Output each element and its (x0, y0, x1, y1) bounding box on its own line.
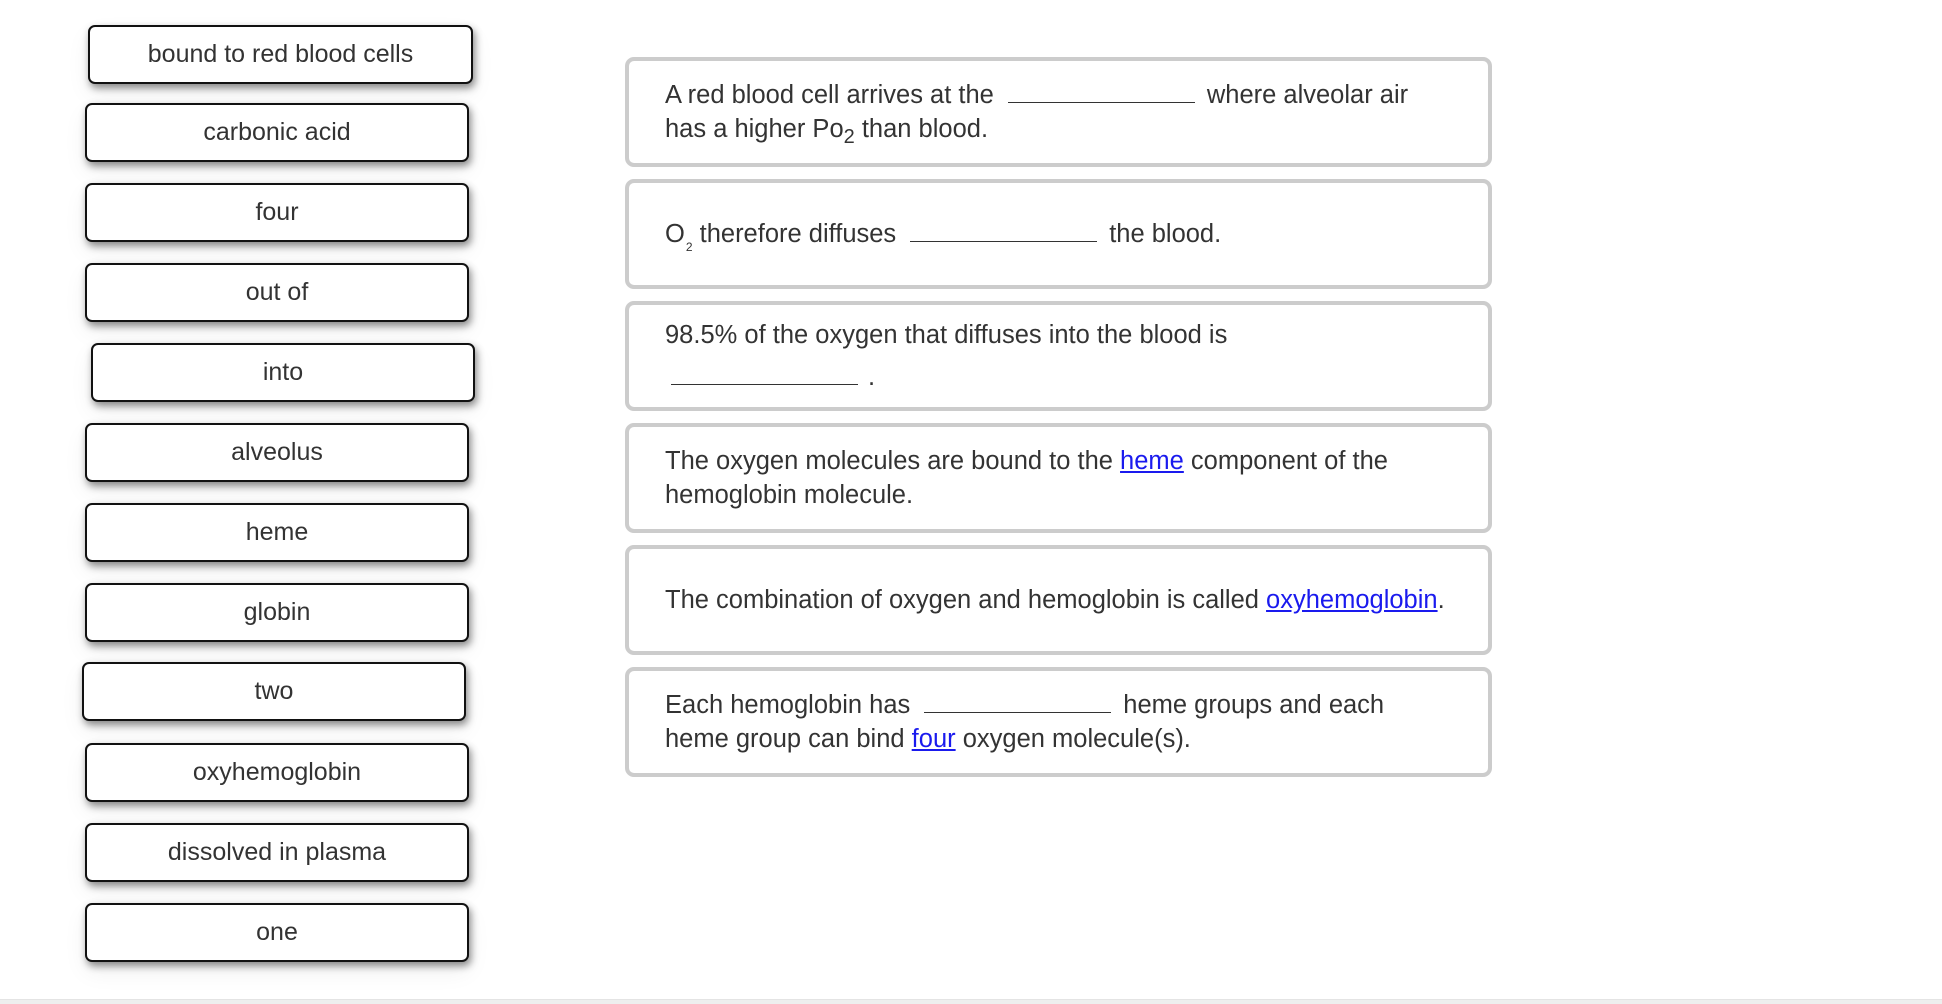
drop-target-blank[interactable] (1007, 80, 1195, 103)
word-tile-carbonic-acid[interactable]: carbonic acid (85, 103, 469, 162)
statement-5: The combination of oxygen and hemoglobin… (625, 545, 1492, 655)
filled-answer-link[interactable]: heme (1120, 447, 1184, 475)
statement-text: A red blood cell arrives at the where alv… (665, 78, 1452, 148)
word-tile-label: heme (245, 518, 309, 546)
statement-text-part: 98.5% of the oxygen that diffuses into t… (665, 321, 1228, 349)
word-tile-two[interactable]: two (82, 662, 466, 721)
drop-target-blank[interactable] (910, 219, 1098, 242)
statement-text-part: therefore diffuses (692, 220, 897, 248)
statement-text-part: the blood. (1109, 220, 1222, 248)
drop-target-blank[interactable] (924, 690, 1112, 713)
statement-4: The oxygen molecules are bound to the he… (625, 423, 1492, 533)
filled-answer-link[interactable]: oxyhemoglobin (1266, 586, 1438, 614)
filled-answer-link[interactable]: four (912, 725, 956, 753)
word-tile-dissolved-in-plasma[interactable]: dissolved in plasma (85, 823, 469, 882)
statement-text-part: The oxygen molecules are bound to the (665, 447, 1121, 475)
word-tile-label: out of (245, 278, 309, 306)
statement-1: A red blood cell arrives at the where alv… (625, 57, 1492, 167)
word-tile-label: four (255, 198, 299, 226)
word-tile-oxyhemoglobin[interactable]: oxyhemoglobin (85, 743, 469, 802)
statement-text: 98.5% of the oxygen that diffuses into t… (665, 316, 1452, 396)
statement-text-part: . (868, 363, 876, 391)
word-tile-alveolus[interactable]: alveolus (85, 423, 469, 482)
word-tile-label: carbonic acid (203, 118, 351, 146)
statement-text: Each hemoglobin has heme groups and each … (665, 688, 1452, 756)
word-tile-label: globin (243, 598, 311, 626)
word-tile-label: dissolved in plasma (167, 838, 387, 866)
word-tile-heme[interactable]: heme (85, 503, 469, 562)
drop-target-blank[interactable] (671, 362, 858, 385)
word-bank: bound to red blood cells carbonic acid f… (0, 0, 560, 1000)
bottom-divider (0, 999, 1942, 1004)
statement-text-part: . (1437, 586, 1445, 614)
statement-text: The combination of oxygen and hemoglobin… (665, 583, 1452, 617)
word-tile-label: oxyhemoglobin (192, 758, 362, 786)
word-tile-globin[interactable]: globin (85, 583, 469, 642)
statement-text-part: oxygen molecule(s). (955, 725, 1191, 753)
statement-text-part: A red blood cell arrives at the (665, 81, 994, 109)
word-tile-label: bound to red blood cells (147, 40, 414, 68)
word-tile-out-of[interactable]: out of (85, 263, 469, 322)
word-tile-label: one (256, 918, 298, 946)
word-tile-label: two (254, 677, 294, 705)
statement-list: A red blood cell arrives at the where alv… (625, 57, 1492, 789)
statement-text-part: Each hemoglobin has (665, 691, 911, 719)
word-tile-into[interactable]: into (91, 343, 475, 402)
word-tile-one[interactable]: one (85, 903, 469, 962)
word-tile-bound-to-red-blood-cells[interactable]: bound to red blood cells (88, 25, 473, 84)
subscript: 2 (685, 240, 693, 254)
statement-text-part: The combination of oxygen and hemoglobin… (665, 586, 1267, 614)
word-tile-four[interactable]: four (85, 183, 469, 242)
word-tile-label: alveolus (231, 438, 323, 466)
statement-3: 98.5% of the oxygen that diffuses into t… (625, 301, 1492, 411)
word-tile-label: into (262, 358, 304, 386)
statement-text-part: O (665, 220, 685, 248)
statement-6: Each hemoglobin has heme groups and each … (625, 667, 1492, 777)
statement-text: O2 therefore diffuses the blood. (665, 217, 1452, 254)
statement-text: The oxygen molecules are bound to the he… (665, 444, 1452, 512)
subscript: 2 (843, 126, 855, 148)
statement-text-part: than blood. (854, 115, 989, 143)
statement-2: O2 therefore diffuses the blood. (625, 179, 1492, 289)
